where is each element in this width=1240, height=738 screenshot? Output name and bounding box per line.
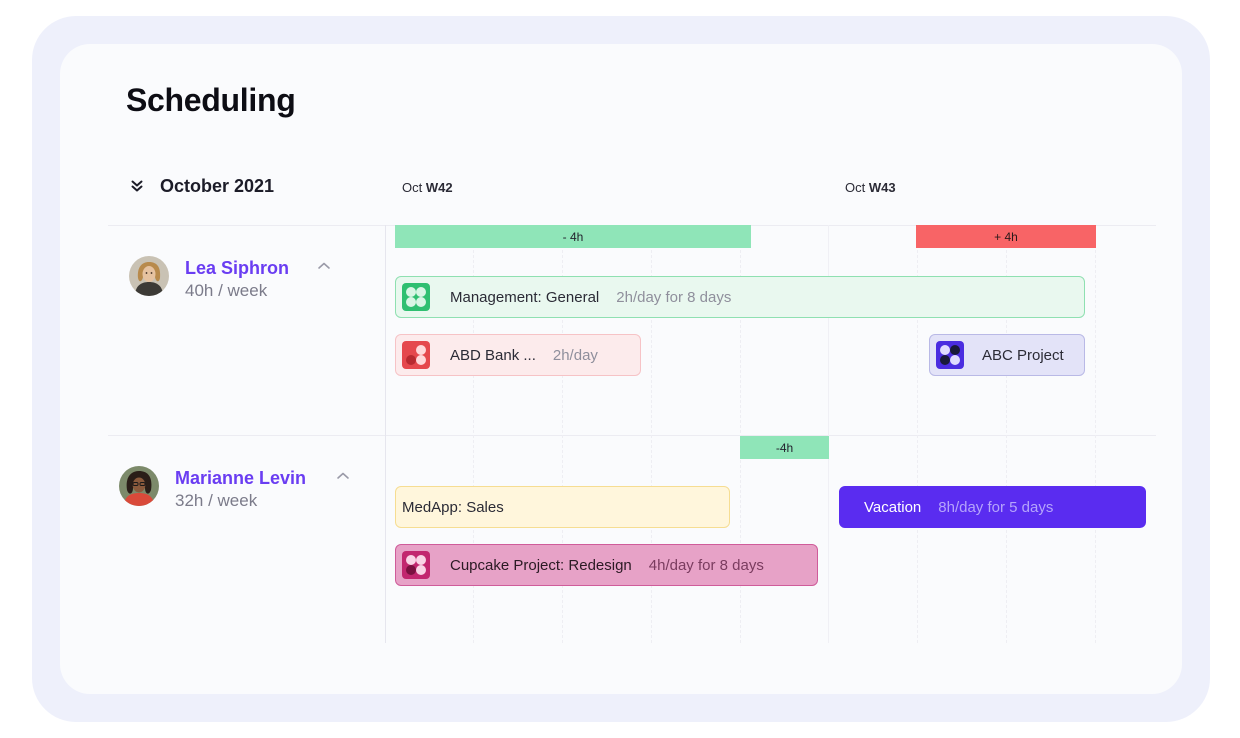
week-label-w42: Oct W42 xyxy=(402,180,453,195)
task-name: ABD Bank ... xyxy=(450,346,536,364)
capacity-under-bar[interactable]: -4h xyxy=(740,436,829,459)
task-abd-bank[interactable]: ABD Bank ... 2h/day xyxy=(395,334,641,376)
person-info: Marianne Levin 32h / week xyxy=(175,466,306,512)
task-vacation[interactable]: Vacation 8h/day for 5 days xyxy=(839,486,1146,528)
avatar xyxy=(119,466,159,506)
person-hours: 32h / week xyxy=(175,491,258,510)
task-management-general[interactable]: Management: General 2h/day for 8 days xyxy=(395,276,1085,318)
collapse-all-icon[interactable] xyxy=(128,177,146,195)
month-header: October 2021 xyxy=(128,174,274,198)
task-abc-project[interactable]: ABC Project xyxy=(929,334,1085,376)
dots-icon xyxy=(402,341,430,369)
capacity-over-bar[interactable]: + 4h xyxy=(916,225,1096,248)
task-name: MedApp: Sales xyxy=(402,498,504,516)
month-label: October 2021 xyxy=(160,175,275,196)
task-duration: 4h/day for 8 days xyxy=(648,556,764,574)
person-name[interactable]: Marianne Levin xyxy=(175,466,306,490)
task-name: ABC Project xyxy=(982,346,1064,364)
collapse-row-icon[interactable] xyxy=(333,466,353,486)
grid-line xyxy=(385,225,386,643)
person-lea-siphron[interactable]: Lea Siphron 40h / week xyxy=(129,256,289,302)
collapse-row-icon[interactable] xyxy=(314,256,334,276)
person-hours: 40h / week xyxy=(185,281,268,300)
week-number: W42 xyxy=(425,180,453,195)
page-title: Scheduling xyxy=(126,82,296,118)
task-duration: 8h/day for 5 days xyxy=(938,498,1054,516)
person-name[interactable]: Lea Siphron xyxy=(185,256,289,280)
grid-line xyxy=(1095,225,1096,643)
task-medapp-sales[interactable]: MedApp: Sales xyxy=(395,486,730,528)
team-icon xyxy=(402,283,430,311)
week-month: Oct xyxy=(845,180,866,195)
capacity-under-bar[interactable]: - 4h xyxy=(395,225,751,248)
task-cupcake-redesign[interactable]: Cupcake Project: Redesign 4h/day for 8 d… xyxy=(395,544,818,586)
week-label-w43: Oct W43 xyxy=(845,180,896,195)
task-name: Management: General xyxy=(450,288,600,306)
week-month: Oct xyxy=(402,180,423,195)
task-duration: 2h/day xyxy=(552,346,598,364)
task-duration: 2h/day for 8 days xyxy=(616,288,732,306)
task-name: Cupcake Project: Redesign xyxy=(450,556,632,574)
row-divider xyxy=(108,435,1156,436)
person-info: Lea Siphron 40h / week xyxy=(185,256,289,302)
dots-icon xyxy=(402,551,430,579)
avatar xyxy=(129,256,169,296)
dots-icon xyxy=(936,341,964,369)
task-name: Vacation xyxy=(864,498,922,516)
person-marianne-levin[interactable]: Marianne Levin 32h / week xyxy=(119,466,306,512)
week-number: W43 xyxy=(868,180,896,195)
